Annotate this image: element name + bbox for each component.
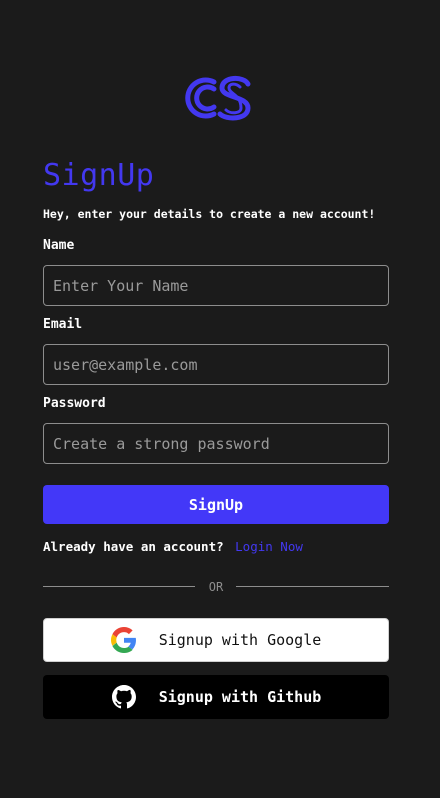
email-input[interactable] [43, 344, 389, 385]
divider-right-line [236, 586, 389, 587]
email-label: Email [43, 317, 83, 332]
login-now-link[interactable]: Login Now [235, 539, 303, 554]
divider-left-line [43, 586, 195, 587]
github-signup-button[interactable]: Signup with Github [43, 675, 389, 719]
page-subtitle: Hey, enter your details to create a new … [43, 207, 376, 221]
google-icon [110, 627, 137, 653]
divider-or-text: OR [208, 580, 224, 594]
password-input[interactable] [43, 423, 389, 464]
signup-button[interactable]: SignUp [43, 485, 389, 524]
login-prompt-text: Already have an account? [43, 539, 224, 554]
login-prompt-row: Already have an account? Login Now [43, 538, 303, 556]
password-label: Password [43, 396, 106, 411]
github-icon [111, 684, 137, 710]
google-signup-label: Signup with Google [158, 631, 322, 649]
google-signup-button[interactable]: Signup with Google [43, 618, 389, 662]
name-input[interactable] [43, 265, 389, 306]
github-signup-label: Signup with Github [158, 688, 322, 706]
page-title: SignUp [43, 158, 155, 193]
name-label: Name [43, 238, 75, 253]
cs-logo [185, 76, 251, 121]
